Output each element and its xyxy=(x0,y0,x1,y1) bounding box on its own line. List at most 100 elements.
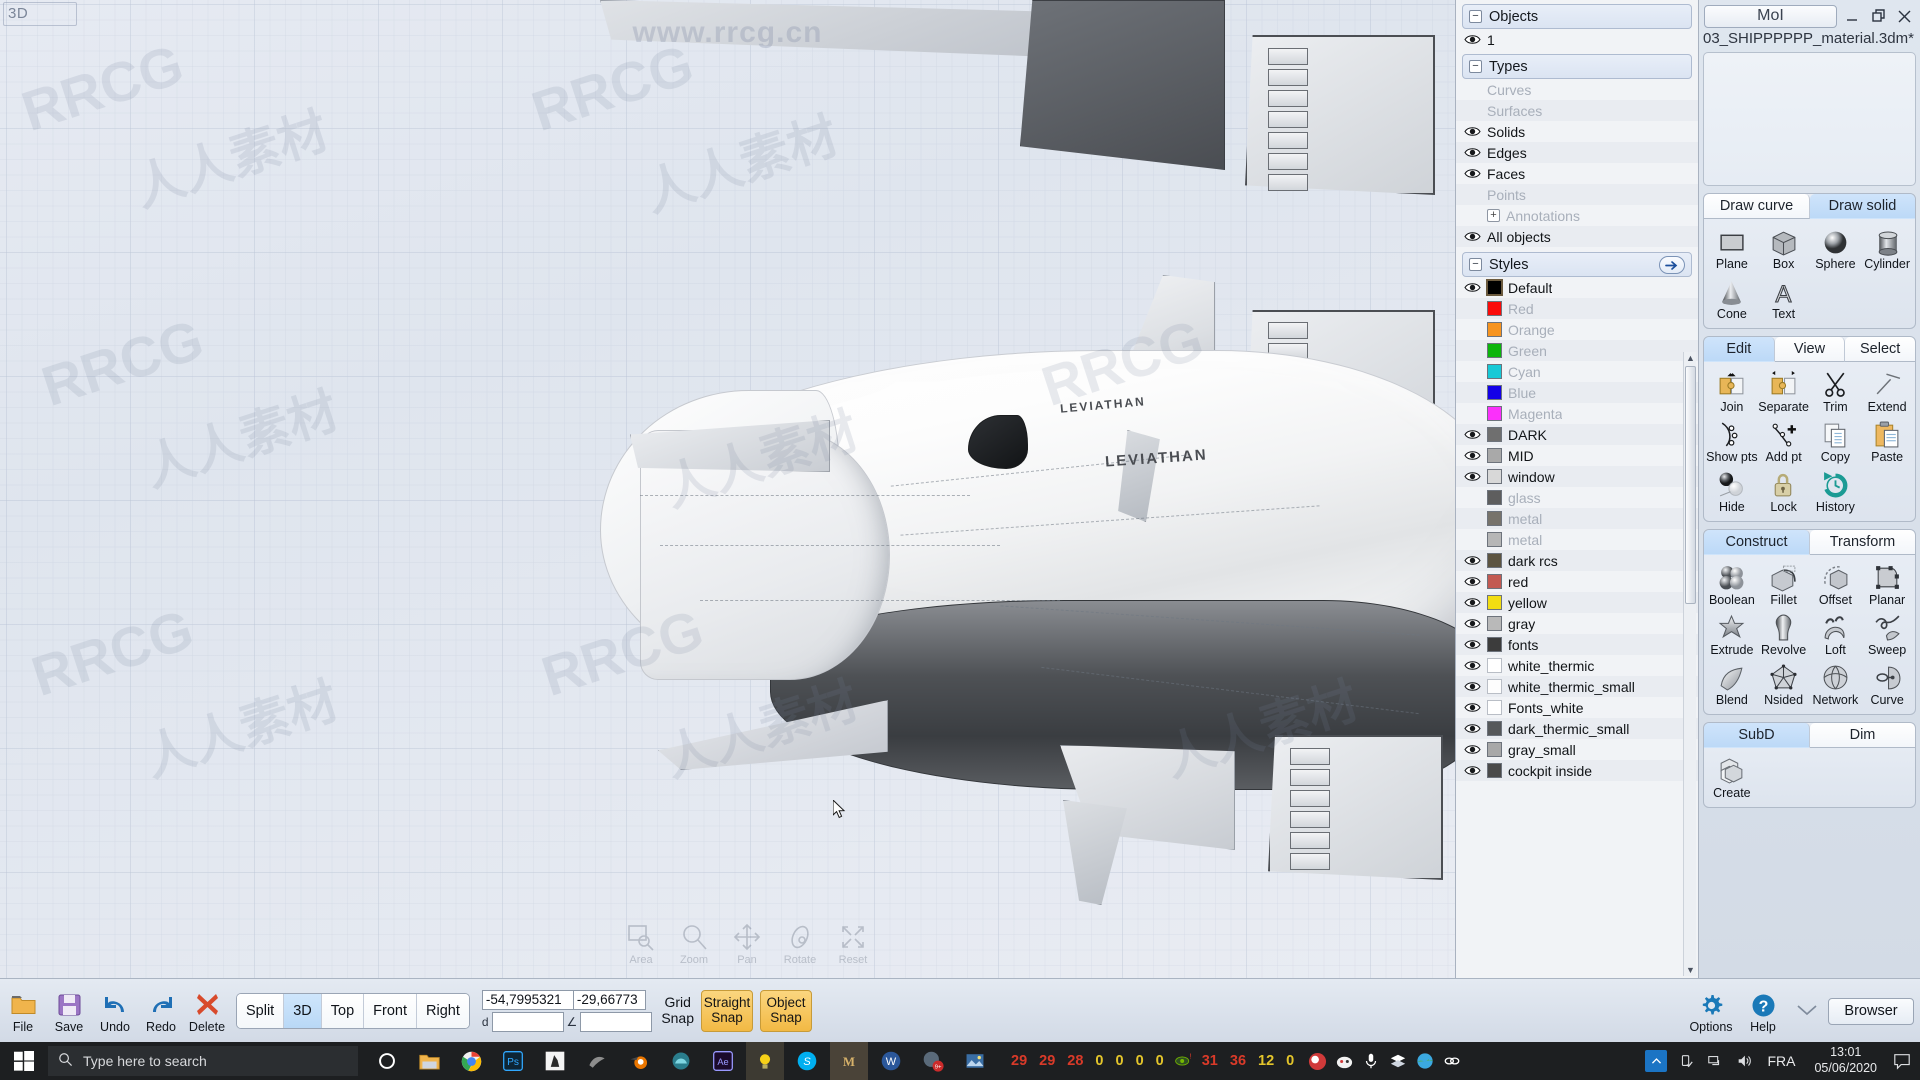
eye-icon[interactable] xyxy=(1464,575,1481,589)
3d-viewport[interactable]: LEVIATHAN LEVIATHAN www.rrcg.cn RRCG 人人素… xyxy=(0,0,1455,978)
coordinate-entry[interactable]: -54,7995321 -29,66773 d ∠ xyxy=(482,990,652,1032)
tool-copy[interactable]: Copy xyxy=(1810,417,1862,467)
scrollbar-thumb[interactable] xyxy=(1685,366,1696,604)
styles-row-red[interactable]: Red xyxy=(1456,298,1698,319)
distance-input[interactable] xyxy=(492,1012,564,1032)
tab-strip-draw[interactable]: Draw curveDraw solid xyxy=(1704,194,1915,219)
tool-history[interactable]: History xyxy=(1810,467,1862,517)
zbrush-icon[interactable] xyxy=(536,1042,574,1080)
style-color-swatch[interactable] xyxy=(1487,637,1502,652)
tool-sphere[interactable]: Sphere xyxy=(1810,224,1862,274)
tool-offset[interactable]: Offset xyxy=(1810,560,1862,610)
tool-create[interactable]: Create xyxy=(1706,753,1758,803)
right-command-panel[interactable]: MoI 03_SHIPPPPPP_material.3dm* Draw curv… xyxy=(1698,0,1920,978)
clock[interactable]: 13:01 05/06/2020 xyxy=(1808,1045,1883,1076)
types-row-annotations[interactable]: +Annotations xyxy=(1456,205,1698,226)
discord-icon[interactable] xyxy=(1334,1051,1354,1071)
substance-icon[interactable] xyxy=(578,1042,616,1080)
styles-row-gray_small[interactable]: gray_small xyxy=(1456,739,1698,760)
tool-loft[interactable]: Loft xyxy=(1810,610,1862,660)
styles-row-fonts[interactable]: fonts xyxy=(1456,634,1698,655)
view-tab-front[interactable]: Front xyxy=(364,994,417,1028)
tool-nsided[interactable]: Nsided xyxy=(1758,660,1810,710)
coord-y-input[interactable]: -29,66773 xyxy=(574,990,646,1010)
objects-row-1[interactable]: 1 xyxy=(1456,29,1698,50)
tab-strip-construct[interactable]: ConstructTransform xyxy=(1704,530,1915,555)
tool-boolean[interactable]: Boolean xyxy=(1706,560,1758,610)
viewport-nav-toolbar[interactable]: Area Zoom Pan Rotate xyxy=(620,920,874,966)
eye-icon[interactable] xyxy=(1464,33,1481,47)
tool-hide[interactable]: Hide xyxy=(1706,467,1758,517)
styles-row-metal[interactable]: metal xyxy=(1456,529,1698,550)
tool-join[interactable]: Join xyxy=(1706,367,1758,417)
style-color-swatch[interactable] xyxy=(1487,490,1502,505)
eye-icon[interactable] xyxy=(1464,638,1481,652)
styles-row-white_thermic[interactable]: white_thermic xyxy=(1456,655,1698,676)
keyshot-icon[interactable] xyxy=(746,1042,784,1080)
eye-icon[interactable] xyxy=(1464,125,1481,139)
windows-logo-icon[interactable] xyxy=(0,1042,48,1080)
tool-curve[interactable]: Curve xyxy=(1861,660,1913,710)
network-icon[interactable] xyxy=(1705,1051,1725,1071)
style-color-swatch[interactable] xyxy=(1487,742,1502,757)
command-options-area[interactable] xyxy=(1703,52,1916,186)
tool-lock[interactable]: Lock xyxy=(1758,467,1810,517)
eye-icon[interactable] xyxy=(1464,554,1481,568)
viewport-nav-reset[interactable]: Reset xyxy=(832,920,874,966)
messenger-icon[interactable]: 9+ xyxy=(914,1042,952,1080)
save-button[interactable]: Save xyxy=(46,988,92,1034)
types-row-edges[interactable]: Edges xyxy=(1456,142,1698,163)
blender-icon[interactable] xyxy=(620,1042,658,1080)
types-row-all-objects[interactable]: All objects xyxy=(1456,226,1698,247)
style-color-swatch[interactable] xyxy=(1487,595,1502,610)
tab-select[interactable]: Select xyxy=(1845,337,1915,362)
arrow-right-icon[interactable] xyxy=(1659,256,1685,274)
tab-subd[interactable]: SubD xyxy=(1704,723,1810,748)
tool-extrude[interactable]: Extrude xyxy=(1706,610,1758,660)
types-row-surfaces[interactable]: Surfaces xyxy=(1456,100,1698,121)
layers-icon[interactable] xyxy=(1388,1051,1408,1071)
eye-icon[interactable] xyxy=(1464,428,1481,442)
style-color-swatch[interactable] xyxy=(1487,427,1502,442)
tool-separate[interactable]: Separate xyxy=(1758,367,1810,417)
tool-network[interactable]: Network xyxy=(1810,660,1862,710)
notification-icon[interactable] xyxy=(1892,1051,1912,1071)
styles-row-magenta[interactable]: Magenta xyxy=(1456,403,1698,424)
language-indicator[interactable]: FRA xyxy=(1763,1053,1799,1069)
styles-row-blue[interactable]: Blue xyxy=(1456,382,1698,403)
styles-scrollbar[interactable]: ▲ ▼ xyxy=(1683,352,1696,976)
styles-row-green[interactable]: Green xyxy=(1456,340,1698,361)
styles-row-cockpit-inside[interactable]: cockpit inside xyxy=(1456,760,1698,781)
tool-cylinder[interactable]: Cylinder xyxy=(1861,224,1913,274)
types-row-solids[interactable]: Solids xyxy=(1456,121,1698,142)
skype-icon[interactable]: S xyxy=(788,1042,826,1080)
style-color-swatch[interactable] xyxy=(1487,574,1502,589)
styles-row-default[interactable]: Default xyxy=(1456,277,1698,298)
styles-row-glass[interactable]: glass xyxy=(1456,487,1698,508)
eye-icon[interactable] xyxy=(1464,146,1481,160)
style-color-swatch[interactable] xyxy=(1487,301,1502,316)
style-color-swatch[interactable] xyxy=(1487,511,1502,526)
objects-section-header[interactable]: − Objects xyxy=(1462,4,1692,29)
types-collapse-toggle[interactable]: − xyxy=(1469,60,1482,73)
browser-toggle-button[interactable]: Browser xyxy=(1828,998,1914,1025)
styles-row-cyan[interactable]: Cyan xyxy=(1456,361,1698,382)
types-row-points[interactable]: Points xyxy=(1456,184,1698,205)
redo-button[interactable]: Redo xyxy=(138,988,184,1034)
types-section-header[interactable]: − Types xyxy=(1462,54,1692,79)
expand-toggle[interactable]: + xyxy=(1487,209,1500,222)
styles-row-mid[interactable]: MID xyxy=(1456,445,1698,466)
title-bar[interactable]: MoI xyxy=(1699,0,1920,30)
style-color-swatch[interactable] xyxy=(1487,721,1502,736)
restore-button[interactable] xyxy=(1867,5,1889,27)
types-row-curves[interactable]: Curves xyxy=(1456,79,1698,100)
view-tab-split[interactable]: Split xyxy=(237,994,284,1028)
eye-icon[interactable] xyxy=(1464,596,1481,610)
tab-view[interactable]: View xyxy=(1775,337,1846,362)
undo-button[interactable]: Undo xyxy=(92,988,138,1034)
style-color-swatch[interactable] xyxy=(1487,280,1502,295)
style-color-swatch[interactable] xyxy=(1487,679,1502,694)
volume-icon[interactable] xyxy=(1734,1051,1754,1071)
coord-x-input[interactable]: -54,7995321 xyxy=(482,990,574,1010)
object-snap-button[interactable]: Object Snap xyxy=(760,990,812,1032)
